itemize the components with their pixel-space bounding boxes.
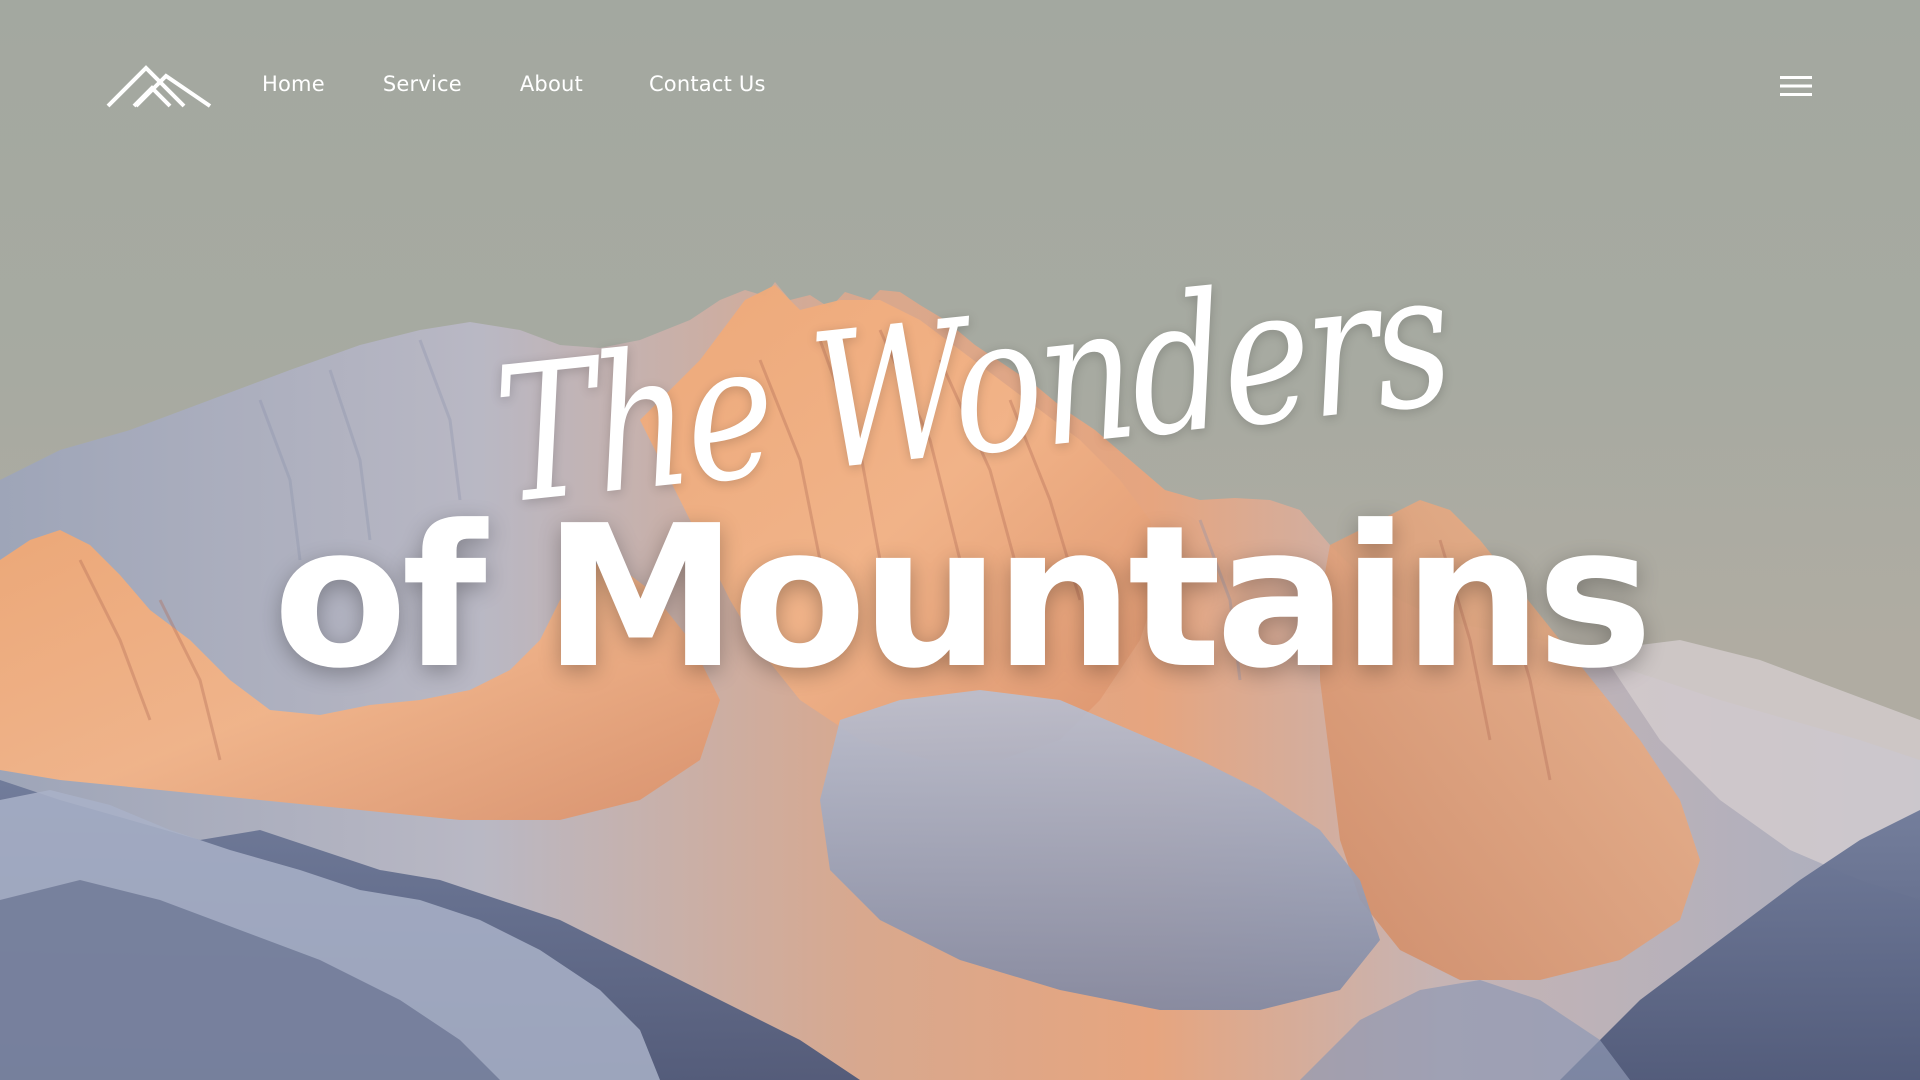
site-header: Home Service About Contact Us [0, 0, 1920, 170]
nav-about-link[interactable]: About [520, 72, 583, 96]
nav-home-link[interactable]: Home [262, 72, 325, 96]
nav-contact-us-link[interactable]: Contact Us [649, 72, 766, 96]
hamburger-menu-icon [1780, 76, 1812, 96]
main-nav: Home Service About Contact Us [262, 66, 766, 102]
hamburger-menu-button[interactable] [1776, 70, 1816, 102]
mountain-peaks-logo-icon[interactable] [106, 62, 212, 108]
nav-service-link[interactable]: Service [383, 72, 462, 96]
hero-section: Home Service About Contact Us The Wonder… [0, 0, 1920, 1080]
hero-bold-title: of Mountains [272, 484, 1653, 712]
